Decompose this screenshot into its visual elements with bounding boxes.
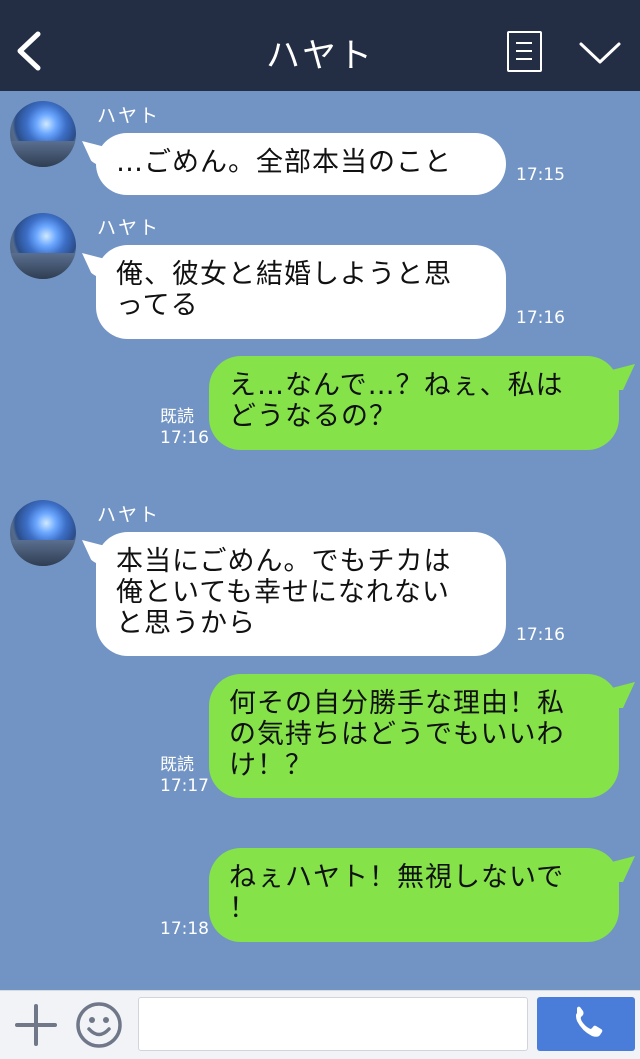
sender-name: ハヤト	[97, 504, 161, 526]
read-receipt: 既読 17:16	[160, 407, 209, 449]
message-line: と思うから	[116, 608, 256, 639]
chevron-down-icon	[579, 42, 621, 64]
message-line: ってる	[116, 290, 199, 321]
message-time: 17:16	[516, 308, 565, 328]
message-time: 17:16	[516, 625, 565, 645]
message-bubble[interactable]: ねぇハヤト！無視しないで ！	[209, 848, 619, 942]
menu-line	[516, 58, 532, 60]
message-line: け！？	[229, 750, 313, 781]
phone-icon	[576, 1006, 603, 1037]
menu-line	[516, 50, 532, 52]
read-label: 既読	[160, 755, 194, 775]
message-line: どうなるの？	[229, 401, 397, 432]
message-input[interactable]	[138, 997, 528, 1051]
message-line: ！	[229, 893, 257, 924]
message-line: 本当にごめん。でもチカは	[116, 546, 452, 577]
smiley-icon	[76, 1002, 122, 1048]
message-line: …ごめん。全部本当のこと	[116, 147, 452, 178]
chat-title: ハヤト	[266, 36, 374, 76]
message-time: 17:15	[516, 165, 565, 185]
chat-area[interactable]: ハヤト …ごめん。全部本当のこと 17:15 ハヤト 俺、彼女と結婚しようと思 …	[0, 91, 640, 990]
menu-list-icon	[516, 42, 532, 44]
read-receipt: 既読 17:17	[160, 755, 209, 797]
message-line: 俺といても幸せになれない	[116, 577, 450, 608]
message-bubble[interactable]: …ごめん。全部本当のこと	[96, 133, 506, 195]
expand-button[interactable]	[578, 40, 622, 66]
plus-icon	[15, 1004, 57, 1046]
menu-button[interactable]	[507, 31, 542, 72]
avatar[interactable]	[10, 101, 76, 167]
message-line: の気持ちはどうでもいいわ	[229, 719, 565, 750]
sender-name: ハヤト	[97, 105, 161, 127]
add-button[interactable]	[14, 1003, 58, 1047]
message-line: ねぇハヤト！無視しないで	[229, 862, 565, 893]
message-bubble[interactable]: 俺、彼女と結婚しようと思 ってる	[96, 245, 506, 339]
message-bubble[interactable]: 何その自分勝手な理由！私 の気持ちはどうでもいいわ け！？	[209, 674, 619, 798]
emoji-button[interactable]	[74, 1000, 124, 1050]
message-time: 17:16	[160, 428, 209, 448]
message-line: 俺、彼女と結婚しようと思	[116, 259, 452, 290]
message-line: 何その自分勝手な理由！私	[229, 688, 565, 719]
message-time: 17:18	[160, 919, 209, 939]
input-bar	[0, 990, 640, 1059]
chat-header: ハヤト	[0, 0, 640, 91]
avatar[interactable]	[10, 500, 76, 566]
call-button[interactable]	[537, 997, 635, 1051]
message-line: え…なんで…？ねぇ、私は	[229, 370, 564, 401]
message-time: 17:17	[160, 776, 209, 796]
read-label: 既読	[160, 407, 194, 427]
message-bubble[interactable]: 本当にごめん。でもチカは 俺といても幸せになれない と思うから	[96, 532, 506, 656]
avatar[interactable]	[10, 213, 76, 279]
sender-name: ハヤト	[97, 217, 161, 239]
message-bubble[interactable]: え…なんで…？ねぇ、私は どうなるの？	[209, 356, 619, 450]
